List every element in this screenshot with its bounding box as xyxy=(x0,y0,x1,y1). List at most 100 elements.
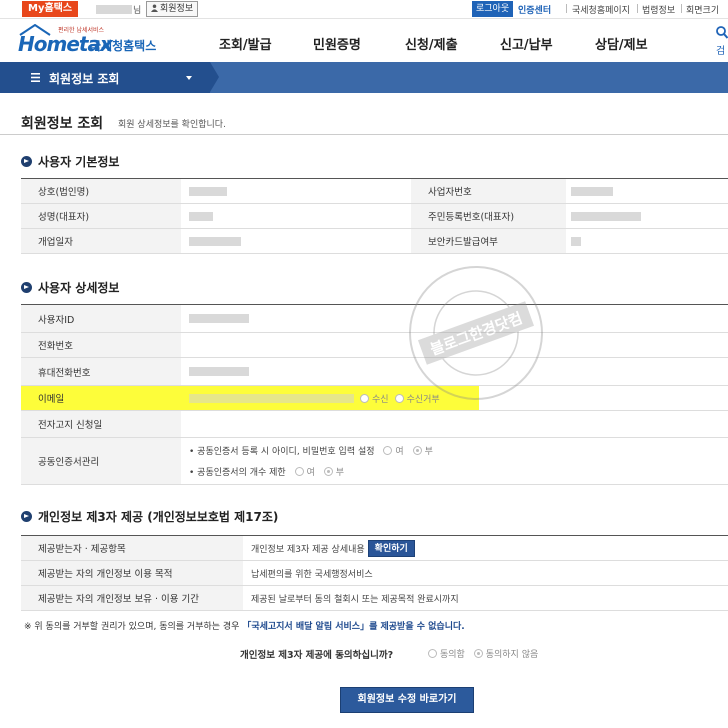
gnb-inquiry-issue[interactable]: 조회/발급 xyxy=(219,34,272,53)
page-title: 회원정보 조회 xyxy=(21,116,104,132)
label-open-date: 개업일자 xyxy=(21,229,181,253)
cert-limit-no-label: 부 xyxy=(335,468,345,478)
cert-limit-yes-radio[interactable] xyxy=(294,467,304,476)
law-info-link[interactable]: 법령정보 xyxy=(642,3,675,16)
cert-setting-yes-radio[interactable] xyxy=(383,446,393,455)
name-suffix: 님 xyxy=(133,6,142,16)
divider xyxy=(566,4,567,13)
cert-setting-no-radio[interactable] xyxy=(412,446,422,455)
label-usage-purpose: 제공받는 자의 개인정보 이용 목적 xyxy=(21,561,243,585)
disagree-radio[interactable] xyxy=(473,649,483,658)
table-row: 제공받는 자의 개인정보 보유 · 이용 기간 제공된 날로부터 동의 철회시 … xyxy=(21,586,728,611)
value-company xyxy=(189,179,421,203)
gnb-application[interactable]: 신청/제출 xyxy=(405,34,458,53)
notice-emphasis: 「국세고지서 배달 알림 서비스」를 제공받을 수 없습니다. xyxy=(242,622,465,632)
gnb-consult[interactable]: 상담/제보 xyxy=(595,34,648,53)
cert-setting-yes-label: 여 xyxy=(395,447,404,457)
divider xyxy=(0,134,728,135)
cert-setting-no-label: 부 xyxy=(424,447,433,457)
label-mobile: 휴대전화번호 xyxy=(21,358,181,385)
table-row: 전화번호 xyxy=(21,333,728,358)
utility-bar: My홈택스 님 회원정보 로그아웃 인증센터 국세청홈페이지 법령정보 회면크기 xyxy=(0,0,728,19)
menu-dropdown[interactable]: 회원정보 조회 xyxy=(0,62,219,93)
redacted-value xyxy=(189,314,249,323)
menu-title: 회원정보 조회 xyxy=(49,72,120,86)
label-retention-period: 제공받는 자의 개인정보 보유 · 이용 기간 xyxy=(21,586,243,610)
agree-options: 동의함 동의하지 않음 xyxy=(428,647,538,660)
cert-center-link[interactable]: 인증센터 xyxy=(518,3,551,16)
value-resident-no xyxy=(571,204,728,228)
table-row: 제공받는 자의 개인정보 이용 목적 납세편의를 위한 국세행정서비스 xyxy=(21,561,728,586)
redacted-value xyxy=(189,367,249,376)
email-opt-out-radio[interactable] xyxy=(394,393,404,403)
email-opt-in-radio[interactable] xyxy=(360,393,369,403)
bullet-arrow-icon xyxy=(21,282,32,293)
label-provider-items: 제공받는자 · 제공항목 xyxy=(21,536,243,560)
nts-homepage-link[interactable]: 국세청홈페이지 xyxy=(572,3,630,16)
table-row: 개업일자 보안카드발급여부 xyxy=(21,229,728,254)
search-label: 검 xyxy=(716,46,726,57)
agree-radio[interactable] xyxy=(428,649,437,658)
screen-size-link[interactable]: 회면크기 xyxy=(686,3,719,16)
divider xyxy=(681,4,682,13)
bullet-arrow-icon xyxy=(21,511,32,522)
cert-limit-text: • 공동인증서의 개수 제한 xyxy=(189,468,286,478)
user-icon xyxy=(151,4,158,12)
label-phone: 전화번호 xyxy=(21,333,181,357)
gnb-report-payment[interactable]: 신고/납부 xyxy=(500,34,553,53)
redacted-value xyxy=(189,393,354,403)
site-header: 편리한 납세서비스 Hometax 국세청홈택스 조회/발급 민원증명 신청/제… xyxy=(0,20,728,62)
edit-member-info-button[interactable]: 회원정보 수정 바로가기 xyxy=(340,687,474,713)
sub-nav-bar: 회원정보 조회 xyxy=(0,62,728,93)
table-row: 전자고지 신청일 xyxy=(21,411,728,438)
my-hometax-link[interactable]: My홈택스 xyxy=(22,1,79,17)
basic-info-table: 상호(법인명) 사업자번호 성명(대표자) 주민등록번호(대표자) 개업일자 보… xyxy=(21,178,728,254)
label-security-card: 보안카드발급여부 xyxy=(411,229,566,253)
cert-setting-row: • 공동인증서 등록 시 아이디, 비밀번호 입력 설정 여 부 xyxy=(189,444,433,457)
cert-setting-text: • 공동인증서 등록 시 아이디, 비밀번호 입력 설정 xyxy=(189,447,375,457)
label-resident-no: 주민등록번호(대표자) xyxy=(411,204,566,228)
redacted-value xyxy=(571,186,613,196)
member-info-button[interactable]: 회원정보 xyxy=(146,1,199,17)
confirm-details-button[interactable]: 확인하기 xyxy=(367,539,415,557)
value-name xyxy=(189,204,421,228)
hometax-logo[interactable]: 편리한 납세서비스 Hometax 국세청홈택스 xyxy=(18,24,168,58)
label-company: 상호(법인명) xyxy=(21,179,181,203)
blog-watermark-stamp: 블로그한경닷컴 xyxy=(409,266,543,400)
section-heading-detail: 사용자 상세정보 xyxy=(21,279,119,296)
redacted-value xyxy=(189,211,213,221)
value-open-date xyxy=(189,229,421,253)
table-row: 사용자ID xyxy=(21,305,728,333)
table-row: 공동인증서관리 • 공동인증서 등록 시 아이디, 비밀번호 입력 설정 여 부… xyxy=(21,438,728,485)
section-heading-privacy: 개인정보 제3자 제공 (개인정보보호법 제17조) xyxy=(21,508,278,525)
privacy-table: 제공받는자 · 제공항목 개인정보 제3자 제공 상세내용 확인하기 제공받는 … xyxy=(21,535,728,611)
page-description: 회원 상세정보를 확인합니다. xyxy=(118,120,226,130)
search-icon[interactable] xyxy=(716,26,728,40)
gnb-civil-certificate[interactable]: 민원증명 xyxy=(313,34,361,53)
value-retention-period: 제공된 날로부터 동의 철회시 또는 제공목적 완료시까지 xyxy=(251,594,459,605)
label-cert-mgmt: 공동인증서관리 xyxy=(21,438,181,484)
cert-limit-row: • 공동인증서의 개수 제한 여 부 xyxy=(189,465,344,478)
logout-button[interactable]: 로그아웃 xyxy=(472,1,514,17)
redacted-value xyxy=(571,236,581,246)
cert-limit-yes-label: 여 xyxy=(306,468,315,478)
label-email: 이메일 xyxy=(38,394,65,405)
cert-limit-no-radio[interactable] xyxy=(323,467,333,476)
section-heading-basic: 사용자 기본정보 xyxy=(21,153,119,170)
table-row: 제공받는자 · 제공항목 개인정보 제3자 제공 상세내용 확인하기 xyxy=(21,536,728,561)
hamburger-icon xyxy=(31,73,40,82)
disagree-label: 동의하지 않음 xyxy=(485,650,539,660)
value-e-notice xyxy=(189,411,728,437)
value-cert-mgmt: • 공동인증서 등록 시 아이디, 비밀번호 입력 설정 여 부 • 공동인증서… xyxy=(189,438,728,484)
divider xyxy=(637,4,638,13)
redacted-value xyxy=(189,236,241,246)
chevron-down-icon xyxy=(186,76,192,80)
label-business-no: 사업자번호 xyxy=(411,179,566,203)
table-row: 휴대전화번호 xyxy=(21,358,728,386)
value-provider-items: 개인정보 제3자 제공 상세내용 확인하기 xyxy=(251,536,728,560)
label-name: 성명(대표자) xyxy=(21,204,181,228)
username-redacted xyxy=(96,5,132,14)
value-usage-purpose: 납세편의를 위한 국세행정서비스 xyxy=(251,569,373,580)
label-e-notice: 전자고지 신청일 xyxy=(21,411,181,437)
refusal-notice: ※ 위 동의를 거부할 권리가 있으며, 동의를 거부하는 경우 「국세고지서 … xyxy=(24,619,465,632)
